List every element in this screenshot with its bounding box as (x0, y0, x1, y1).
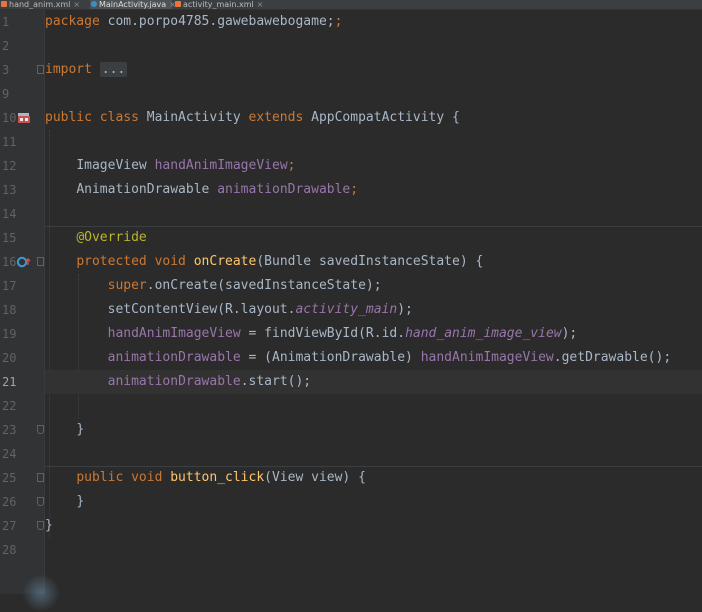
activity-class-icon[interactable] (16, 112, 32, 124)
line-number: 27 (0, 514, 44, 538)
code-line-3[interactable]: import ... (45, 58, 702, 82)
code-line-18[interactable]: setContentView(R.layout.activity_main); (45, 298, 702, 322)
line-number: 14 (2, 207, 17, 221)
fold-collapse-icon[interactable] (37, 257, 44, 266)
xml-file-icon (175, 1, 181, 7)
line-number: 19 (2, 327, 17, 341)
code-line-26[interactable]: } (45, 490, 702, 514)
line-number: 21 (2, 375, 17, 389)
xml-file-icon (1, 1, 7, 7)
close-icon[interactable]: × (257, 0, 264, 9)
code-line-12[interactable]: ImageView handAnimImageView; (45, 154, 702, 178)
line-number: 13 (2, 183, 17, 197)
line-number: 25 (0, 466, 44, 490)
fold-end-icon[interactable] (37, 521, 44, 530)
code-line-17[interactable]: super.onCreate(savedInstanceState); (45, 274, 702, 298)
line-number: 16 (0, 250, 44, 274)
code-line-19[interactable]: handAnimImageView = findViewById(R.id.ha… (45, 322, 702, 346)
code-line-15[interactable]: @Override (45, 226, 702, 250)
tab-activity-main-xml[interactable]: activity_main.xml × (174, 0, 274, 9)
override-method-icon[interactable] (16, 256, 32, 268)
close-icon[interactable]: × (73, 0, 80, 9)
tab-label: MainActivity.java (99, 0, 167, 9)
line-number: 26 (0, 490, 44, 514)
line-number: 1 (2, 15, 10, 29)
tab-label: activity_main.xml (183, 0, 254, 9)
line-number-gutter[interactable]: 1 2 3 9 10 11 12 13 14 15 16 17 18 19 20… (0, 10, 45, 594)
line-number: 10 (0, 106, 44, 130)
code-line-21-current[interactable]: animationDrawable.start(); (45, 370, 702, 394)
line-number: 20 (2, 351, 17, 365)
java-class-icon (91, 1, 97, 7)
tab-label: hand_anim.xml (9, 0, 71, 9)
folded-imports[interactable]: ... (99, 62, 128, 77)
fold-end-icon[interactable] (37, 497, 44, 506)
code-line-23[interactable]: } (45, 418, 702, 442)
tab-hand-anim-xml[interactable]: hand_anim.xml × (0, 0, 88, 9)
fold-collapse-icon[interactable] (37, 473, 44, 482)
fold-end-icon[interactable] (37, 425, 44, 434)
line-number: 9 (2, 87, 10, 101)
line-number: 28 (2, 543, 17, 557)
line-number: 23 (0, 418, 44, 442)
line-number: 17 (2, 279, 17, 293)
line-number: 3 (0, 58, 44, 82)
code-line-25[interactable]: public void button_click(View view) { (45, 466, 702, 490)
line-number: 12 (2, 159, 17, 173)
editor-tab-bar: hand_anim.xml × MainActivity.java × activi… (0, 0, 702, 10)
code-line-27[interactable]: } (45, 514, 702, 538)
code-line-13[interactable]: AnimationDrawable animationDrawable; (45, 178, 702, 202)
code-line-16[interactable]: protected void onCreate(Bundle savedInst… (45, 250, 702, 274)
code-line-20[interactable]: animationDrawable = (AnimationDrawable) … (45, 346, 702, 370)
code-line-1[interactable]: package com.porpo4785.gawebawebogame;; (45, 10, 702, 34)
line-number: 11 (2, 135, 17, 149)
tab-main-activity-java[interactable]: MainActivity.java × (90, 0, 176, 9)
line-number: 2 (2, 39, 10, 53)
line-number: 18 (2, 303, 17, 317)
code-line-10[interactable]: public class MainActivity extends AppCom… (45, 106, 702, 130)
fold-expand-icon[interactable] (37, 65, 44, 74)
line-number: 22 (2, 399, 17, 413)
line-number: 15 (2, 231, 17, 245)
code-editor[interactable]: package com.porpo4785.gawebawebogame;; i… (45, 10, 702, 594)
line-number: 24 (2, 447, 17, 461)
